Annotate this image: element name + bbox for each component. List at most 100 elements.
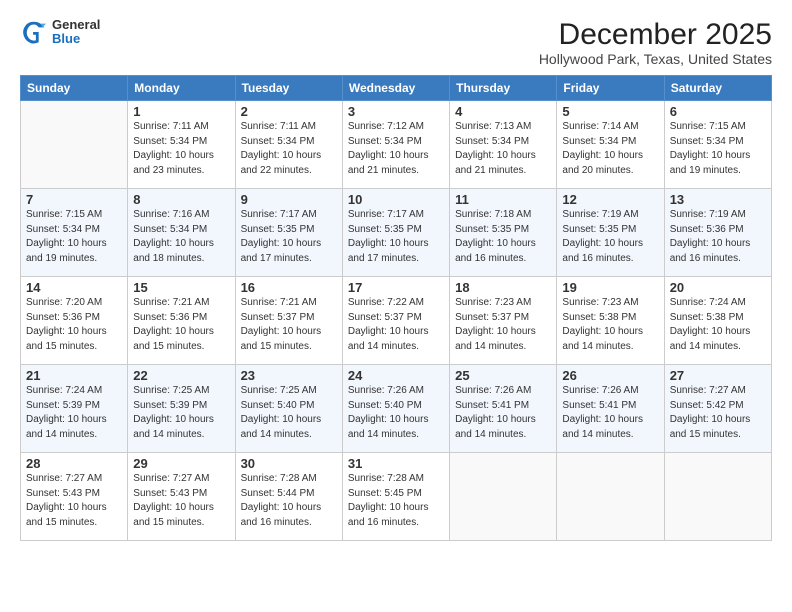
- calendar-cell: [664, 453, 771, 541]
- calendar-cell: [21, 101, 128, 189]
- calendar-cell: 14Sunrise: 7:20 AM Sunset: 5:36 PM Dayli…: [21, 277, 128, 365]
- day-number: 2: [241, 104, 337, 119]
- title-block: December 2025 Hollywood Park, Texas, Uni…: [539, 18, 772, 67]
- calendar-week-row: 1Sunrise: 7:11 AM Sunset: 5:34 PM Daylig…: [21, 101, 772, 189]
- calendar-cell: 21Sunrise: 7:24 AM Sunset: 5:39 PM Dayli…: [21, 365, 128, 453]
- calendar-cell: 22Sunrise: 7:25 AM Sunset: 5:39 PM Dayli…: [128, 365, 235, 453]
- calendar-cell: [557, 453, 664, 541]
- day-info: Sunrise: 7:13 AM Sunset: 5:34 PM Dayligh…: [455, 120, 551, 178]
- day-info: Sunrise: 7:14 AM Sunset: 5:34 PM Dayligh…: [562, 120, 658, 178]
- calendar-cell: 16Sunrise: 7:21 AM Sunset: 5:37 PM Dayli…: [235, 277, 342, 365]
- calendar-header-tuesday: Tuesday: [235, 76, 342, 101]
- page: General Blue December 2025 Hollywood Par…: [0, 0, 792, 612]
- calendar-week-row: 14Sunrise: 7:20 AM Sunset: 5:36 PM Dayli…: [21, 277, 772, 365]
- day-info: Sunrise: 7:24 AM Sunset: 5:38 PM Dayligh…: [670, 296, 766, 354]
- calendar-cell: 30Sunrise: 7:28 AM Sunset: 5:44 PM Dayli…: [235, 453, 342, 541]
- day-info: Sunrise: 7:24 AM Sunset: 5:39 PM Dayligh…: [26, 384, 122, 442]
- day-number: 25: [455, 368, 551, 383]
- calendar-cell: 25Sunrise: 7:26 AM Sunset: 5:41 PM Dayli…: [450, 365, 557, 453]
- day-number: 9: [241, 192, 337, 207]
- calendar-week-row: 7Sunrise: 7:15 AM Sunset: 5:34 PM Daylig…: [21, 189, 772, 277]
- calendar-cell: [450, 453, 557, 541]
- day-info: Sunrise: 7:11 AM Sunset: 5:34 PM Dayligh…: [241, 120, 337, 178]
- day-number: 19: [562, 280, 658, 295]
- calendar-cell: 23Sunrise: 7:25 AM Sunset: 5:40 PM Dayli…: [235, 365, 342, 453]
- logo-general: General: [52, 18, 100, 32]
- day-info: Sunrise: 7:15 AM Sunset: 5:34 PM Dayligh…: [670, 120, 766, 178]
- day-info: Sunrise: 7:23 AM Sunset: 5:38 PM Dayligh…: [562, 296, 658, 354]
- calendar-header-wednesday: Wednesday: [342, 76, 449, 101]
- day-number: 8: [133, 192, 229, 207]
- day-info: Sunrise: 7:22 AM Sunset: 5:37 PM Dayligh…: [348, 296, 444, 354]
- day-info: Sunrise: 7:19 AM Sunset: 5:36 PM Dayligh…: [670, 208, 766, 266]
- day-info: Sunrise: 7:18 AM Sunset: 5:35 PM Dayligh…: [455, 208, 551, 266]
- calendar-header-sunday: Sunday: [21, 76, 128, 101]
- day-info: Sunrise: 7:20 AM Sunset: 5:36 PM Dayligh…: [26, 296, 122, 354]
- day-number: 28: [26, 456, 122, 471]
- day-info: Sunrise: 7:16 AM Sunset: 5:34 PM Dayligh…: [133, 208, 229, 266]
- day-number: 21: [26, 368, 122, 383]
- logo-text: General Blue: [52, 18, 100, 47]
- day-number: 29: [133, 456, 229, 471]
- calendar-cell: 18Sunrise: 7:23 AM Sunset: 5:37 PM Dayli…: [450, 277, 557, 365]
- day-number: 31: [348, 456, 444, 471]
- day-number: 30: [241, 456, 337, 471]
- day-number: 20: [670, 280, 766, 295]
- day-info: Sunrise: 7:11 AM Sunset: 5:34 PM Dayligh…: [133, 120, 229, 178]
- day-number: 13: [670, 192, 766, 207]
- day-info: Sunrise: 7:15 AM Sunset: 5:34 PM Dayligh…: [26, 208, 122, 266]
- day-info: Sunrise: 7:26 AM Sunset: 5:41 PM Dayligh…: [562, 384, 658, 442]
- calendar-cell: 31Sunrise: 7:28 AM Sunset: 5:45 PM Dayli…: [342, 453, 449, 541]
- day-number: 1: [133, 104, 229, 119]
- calendar-cell: 8Sunrise: 7:16 AM Sunset: 5:34 PM Daylig…: [128, 189, 235, 277]
- calendar-cell: 15Sunrise: 7:21 AM Sunset: 5:36 PM Dayli…: [128, 277, 235, 365]
- day-number: 16: [241, 280, 337, 295]
- logo: General Blue: [20, 18, 100, 47]
- calendar-cell: 11Sunrise: 7:18 AM Sunset: 5:35 PM Dayli…: [450, 189, 557, 277]
- calendar-cell: 27Sunrise: 7:27 AM Sunset: 5:42 PM Dayli…: [664, 365, 771, 453]
- day-number: 23: [241, 368, 337, 383]
- calendar-cell: 1Sunrise: 7:11 AM Sunset: 5:34 PM Daylig…: [128, 101, 235, 189]
- day-info: Sunrise: 7:23 AM Sunset: 5:37 PM Dayligh…: [455, 296, 551, 354]
- day-info: Sunrise: 7:21 AM Sunset: 5:36 PM Dayligh…: [133, 296, 229, 354]
- day-number: 5: [562, 104, 658, 119]
- day-info: Sunrise: 7:28 AM Sunset: 5:44 PM Dayligh…: [241, 472, 337, 530]
- day-info: Sunrise: 7:27 AM Sunset: 5:43 PM Dayligh…: [133, 472, 229, 530]
- day-number: 24: [348, 368, 444, 383]
- day-number: 22: [133, 368, 229, 383]
- day-number: 7: [26, 192, 122, 207]
- day-number: 15: [133, 280, 229, 295]
- calendar-cell: 24Sunrise: 7:26 AM Sunset: 5:40 PM Dayli…: [342, 365, 449, 453]
- calendar-header-thursday: Thursday: [450, 76, 557, 101]
- calendar-cell: 29Sunrise: 7:27 AM Sunset: 5:43 PM Dayli…: [128, 453, 235, 541]
- calendar-subtitle: Hollywood Park, Texas, United States: [539, 51, 772, 67]
- day-info: Sunrise: 7:17 AM Sunset: 5:35 PM Dayligh…: [241, 208, 337, 266]
- calendar-header-monday: Monday: [128, 76, 235, 101]
- calendar-week-row: 21Sunrise: 7:24 AM Sunset: 5:39 PM Dayli…: [21, 365, 772, 453]
- calendar-table: SundayMondayTuesdayWednesdayThursdayFrid…: [20, 75, 772, 541]
- calendar-cell: 5Sunrise: 7:14 AM Sunset: 5:34 PM Daylig…: [557, 101, 664, 189]
- calendar-cell: 10Sunrise: 7:17 AM Sunset: 5:35 PM Dayli…: [342, 189, 449, 277]
- calendar-cell: 4Sunrise: 7:13 AM Sunset: 5:34 PM Daylig…: [450, 101, 557, 189]
- calendar-cell: 26Sunrise: 7:26 AM Sunset: 5:41 PM Dayli…: [557, 365, 664, 453]
- day-info: Sunrise: 7:26 AM Sunset: 5:41 PM Dayligh…: [455, 384, 551, 442]
- calendar-cell: 12Sunrise: 7:19 AM Sunset: 5:35 PM Dayli…: [557, 189, 664, 277]
- day-number: 12: [562, 192, 658, 207]
- day-info: Sunrise: 7:27 AM Sunset: 5:43 PM Dayligh…: [26, 472, 122, 530]
- day-number: 18: [455, 280, 551, 295]
- calendar-header-friday: Friday: [557, 76, 664, 101]
- logo-icon: [20, 18, 48, 46]
- calendar-cell: 2Sunrise: 7:11 AM Sunset: 5:34 PM Daylig…: [235, 101, 342, 189]
- day-info: Sunrise: 7:25 AM Sunset: 5:39 PM Dayligh…: [133, 384, 229, 442]
- calendar-cell: 17Sunrise: 7:22 AM Sunset: 5:37 PM Dayli…: [342, 277, 449, 365]
- calendar-cell: 19Sunrise: 7:23 AM Sunset: 5:38 PM Dayli…: [557, 277, 664, 365]
- calendar-cell: 13Sunrise: 7:19 AM Sunset: 5:36 PM Dayli…: [664, 189, 771, 277]
- header: General Blue December 2025 Hollywood Par…: [20, 18, 772, 67]
- calendar-cell: 20Sunrise: 7:24 AM Sunset: 5:38 PM Dayli…: [664, 277, 771, 365]
- day-info: Sunrise: 7:19 AM Sunset: 5:35 PM Dayligh…: [562, 208, 658, 266]
- day-number: 27: [670, 368, 766, 383]
- calendar-title: December 2025: [539, 18, 772, 51]
- calendar-week-row: 28Sunrise: 7:27 AM Sunset: 5:43 PM Dayli…: [21, 453, 772, 541]
- day-info: Sunrise: 7:12 AM Sunset: 5:34 PM Dayligh…: [348, 120, 444, 178]
- calendar-header-saturday: Saturday: [664, 76, 771, 101]
